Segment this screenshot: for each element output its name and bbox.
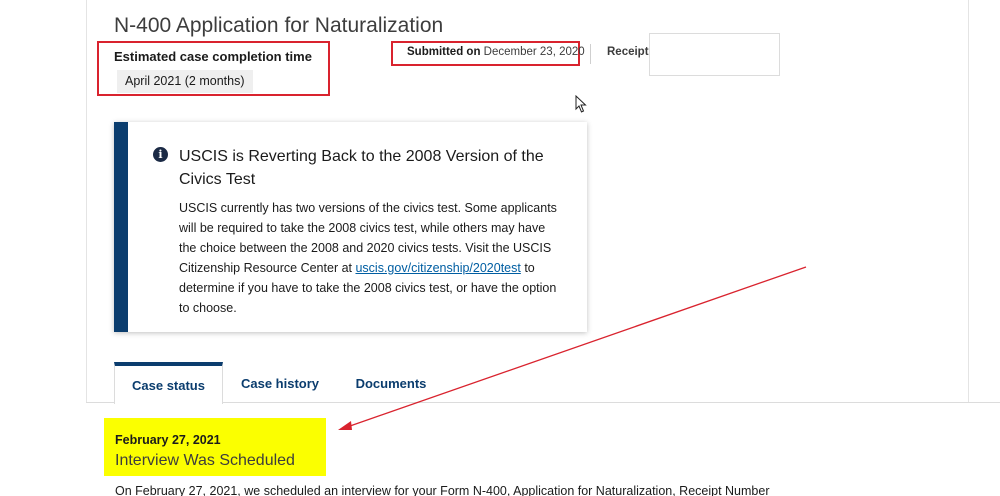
submitted-label: Submitted on xyxy=(407,46,481,58)
estimate-label: Estimated case completion time xyxy=(114,49,312,64)
page-title: N-400 Application for Naturalization xyxy=(114,14,444,37)
submitted-date: December 23, 2020 xyxy=(483,46,585,58)
event-date: February 27, 2021 xyxy=(115,433,221,447)
alert-body: USCIS currently has two versions of the … xyxy=(179,198,559,318)
submitted-info: Submitted on December 23, 2020 xyxy=(407,46,585,58)
receipt-number-redacted xyxy=(649,33,780,76)
tab-documents[interactable]: Documents xyxy=(350,362,432,403)
info-icon: i xyxy=(153,147,168,162)
tabs-divider xyxy=(86,402,1000,403)
event-description: On February 27, 2021, we scheduled an in… xyxy=(115,484,770,496)
tab-case-history[interactable]: Case history xyxy=(236,362,324,403)
estimate-value-badge: April 2021 (2 months) xyxy=(117,70,253,93)
content-frame-left-border xyxy=(86,0,87,402)
receipt-label: Receipt xyxy=(607,46,649,58)
alert-title: USCIS is Reverting Back to the 2008 Vers… xyxy=(179,148,544,188)
mouse-cursor-icon xyxy=(575,95,587,113)
event-title: Interview Was Scheduled xyxy=(115,452,295,469)
tab-case-status[interactable]: Case status xyxy=(114,362,223,404)
header-separator xyxy=(590,44,591,64)
content-frame-right-border xyxy=(968,0,969,402)
civics-test-link[interactable]: uscis.gov/citizenship/2020test xyxy=(355,261,520,275)
